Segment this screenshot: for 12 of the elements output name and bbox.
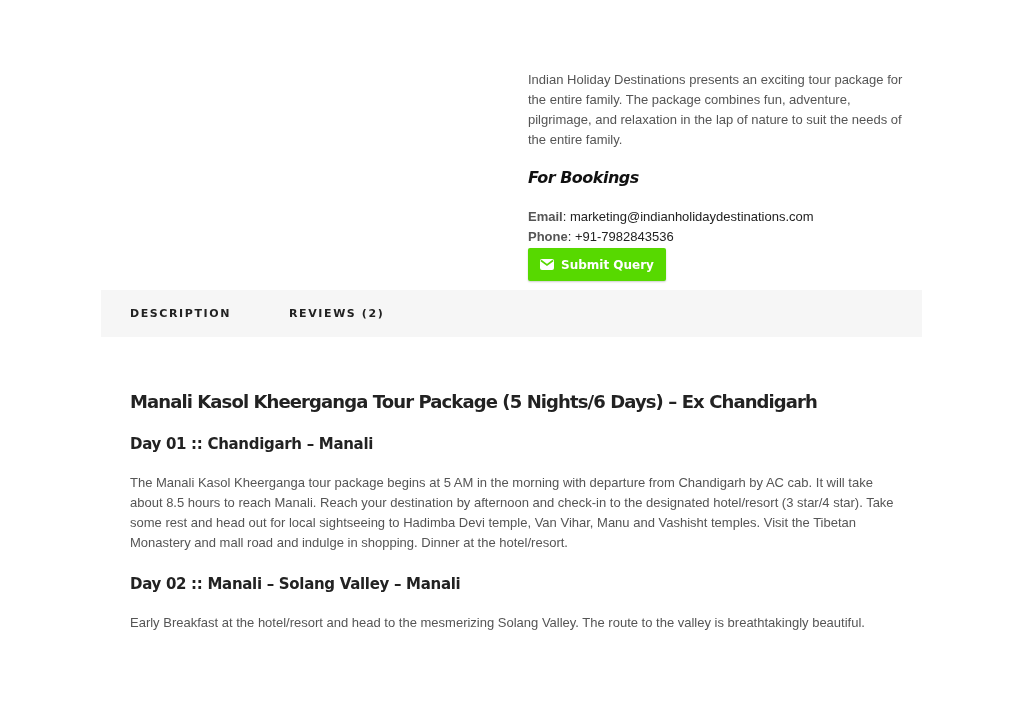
intro-paragraph: Indian Holiday Destinations presents an exciting tour package for the entire family. The package combines fun, adventure, pilgrimage, and relaxation in the lap of nature to suit the needs of the entire family. <box>528 71 904 149</box>
day-paragraph: The Manali Kasol Kheerganga tour package begins at 5 AM in the morning with departure from Chandigarh by AC cab. It will take about 8.5 hours to reach Manali. Reach your destination by afternoon and check-in to the designated hotel/resort (3 star/4 star). Take some rest and head out for local sightseeing to Hadimba Devi temple, Van Vihar, Manu and Vashisht temples. Visit the Tibetan Monastery and mall road and indulge in shopping. Dinner at the hotel/resort. <box>130 474 895 552</box>
day-paragraph: Early Breakfast at the hotel/resort and head to the mesmerizing Solang Valley. The route to the valley is breathtakingly beautiful. <box>130 614 866 632</box>
tab[interactable]: DESCRIPTION <box>130 307 232 320</box>
description-title: Manali Kasol Kheerganga Tour Package (5 Nights/6 Days) – Ex Chandigarh <box>130 391 818 413</box>
tab[interactable]: REVIEWS (2) <box>289 307 385 320</box>
contact-line: Phone: +91-7982843536 <box>528 228 675 246</box>
envelope-icon <box>540 259 554 270</box>
day-heading: Day 02 :: Manali – Solang Valley – Manali <box>130 574 462 595</box>
bookings-heading: For Bookings <box>528 168 640 187</box>
day-heading: Day 01 :: Chandigarh – Manali <box>130 434 375 455</box>
contact-line: Email: marketing@indianholidaydestinations.com <box>528 208 815 226</box>
